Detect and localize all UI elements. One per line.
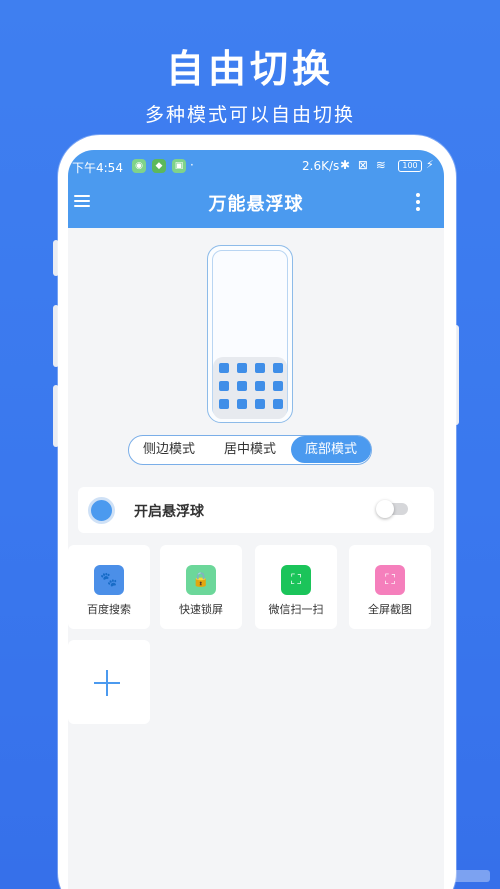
shortcut-baidu-search[interactable]: 🐾 百度搜索 <box>68 545 150 629</box>
add-shortcut-button[interactable] <box>68 640 150 724</box>
android-icon: ▣ <box>172 159 186 173</box>
shield-icon: ◆ <box>152 159 166 173</box>
shortcut-label: 微信扫一扫 <box>268 603 324 616</box>
app-bar: 下午4:54 ◉ ◆ ▣ · 2.6K/s ✱ ⊠ ≋ 100 ⚡ 万能悬浮球 <box>68 150 444 228</box>
preview-app-icon <box>273 381 283 391</box>
preview-app-icon <box>219 381 229 391</box>
preview-app-icon <box>219 363 229 373</box>
preview-app-icon <box>255 381 265 391</box>
shortcut-label: 快速锁屏 <box>179 603 223 616</box>
float-ball-toggle-row[interactable]: 开启悬浮球 <box>78 487 434 533</box>
mode-option-bottom[interactable]: 底部模式 <box>291 436 371 463</box>
plus-icon <box>94 670 120 696</box>
shortcut-label: 全屏截图 <box>368 603 412 616</box>
notification-dot-icon: · <box>190 158 194 172</box>
phone-screen: 下午4:54 ◉ ◆ ▣ · 2.6K/s ✱ ⊠ ≋ 100 ⚡ 万能悬浮球 … <box>68 150 444 889</box>
mode-option-center[interactable]: 居中模式 <box>209 436 291 463</box>
preview-app-icon <box>273 399 283 409</box>
preview-app-icon <box>255 399 265 409</box>
lock-icon: 🔒 <box>186 565 216 595</box>
preview-app-icon <box>237 381 247 391</box>
bluetooth-icon: ✱ ⊠ ≋ <box>340 158 388 172</box>
preview-app-icon <box>273 363 283 373</box>
float-ball-switch[interactable] <box>376 500 408 518</box>
promo-subtitle: 多种模式可以自由切换 <box>144 104 355 126</box>
app-notification-icon: ◉ <box>132 159 146 173</box>
watermark <box>450 870 490 882</box>
network-speed: 2.6K/s <box>302 159 340 173</box>
more-vertical-icon[interactable] <box>416 193 422 211</box>
switch-knob <box>376 500 394 518</box>
app-title: 万能悬浮球 <box>208 194 304 215</box>
shortcut-fullscreen-screenshot[interactable]: ⛶ 全屏截图 <box>349 545 431 629</box>
promo-title: 自由切换 <box>165 47 334 91</box>
preview-app-icon <box>219 399 229 409</box>
mode-option-side[interactable]: 侧边模式 <box>129 436 209 463</box>
status-time: 下午4:54 <box>72 161 123 175</box>
preview-app-icon <box>237 363 247 373</box>
screenshot-icon: ⛶ <box>375 565 405 595</box>
shortcut-quick-lock[interactable]: 🔒 快速锁屏 <box>160 545 242 629</box>
shortcut-label: 百度搜索 <box>87 603 131 616</box>
paw-icon: 🐾 <box>94 565 124 595</box>
battery-level: 100 <box>402 161 418 170</box>
status-bar: 下午4:54 ◉ ◆ ▣ · 2.6K/s ✱ ⊠ ≋ 100 ⚡ <box>68 156 444 180</box>
preview-app-icon <box>237 399 247 409</box>
mode-selector: 侧边模式 居中模式 底部模式 <box>128 435 372 465</box>
preview-app-icon <box>255 363 265 373</box>
shortcut-wechat-scan[interactable]: ⛶ 微信扫一扫 <box>255 545 337 629</box>
battery-icon: 100 <box>398 160 422 172</box>
float-ball-icon <box>88 497 115 524</box>
scan-icon: ⛶ <box>281 565 311 595</box>
float-ball-label: 开启悬浮球 <box>134 504 204 520</box>
charging-icon: ⚡ <box>426 158 434 171</box>
